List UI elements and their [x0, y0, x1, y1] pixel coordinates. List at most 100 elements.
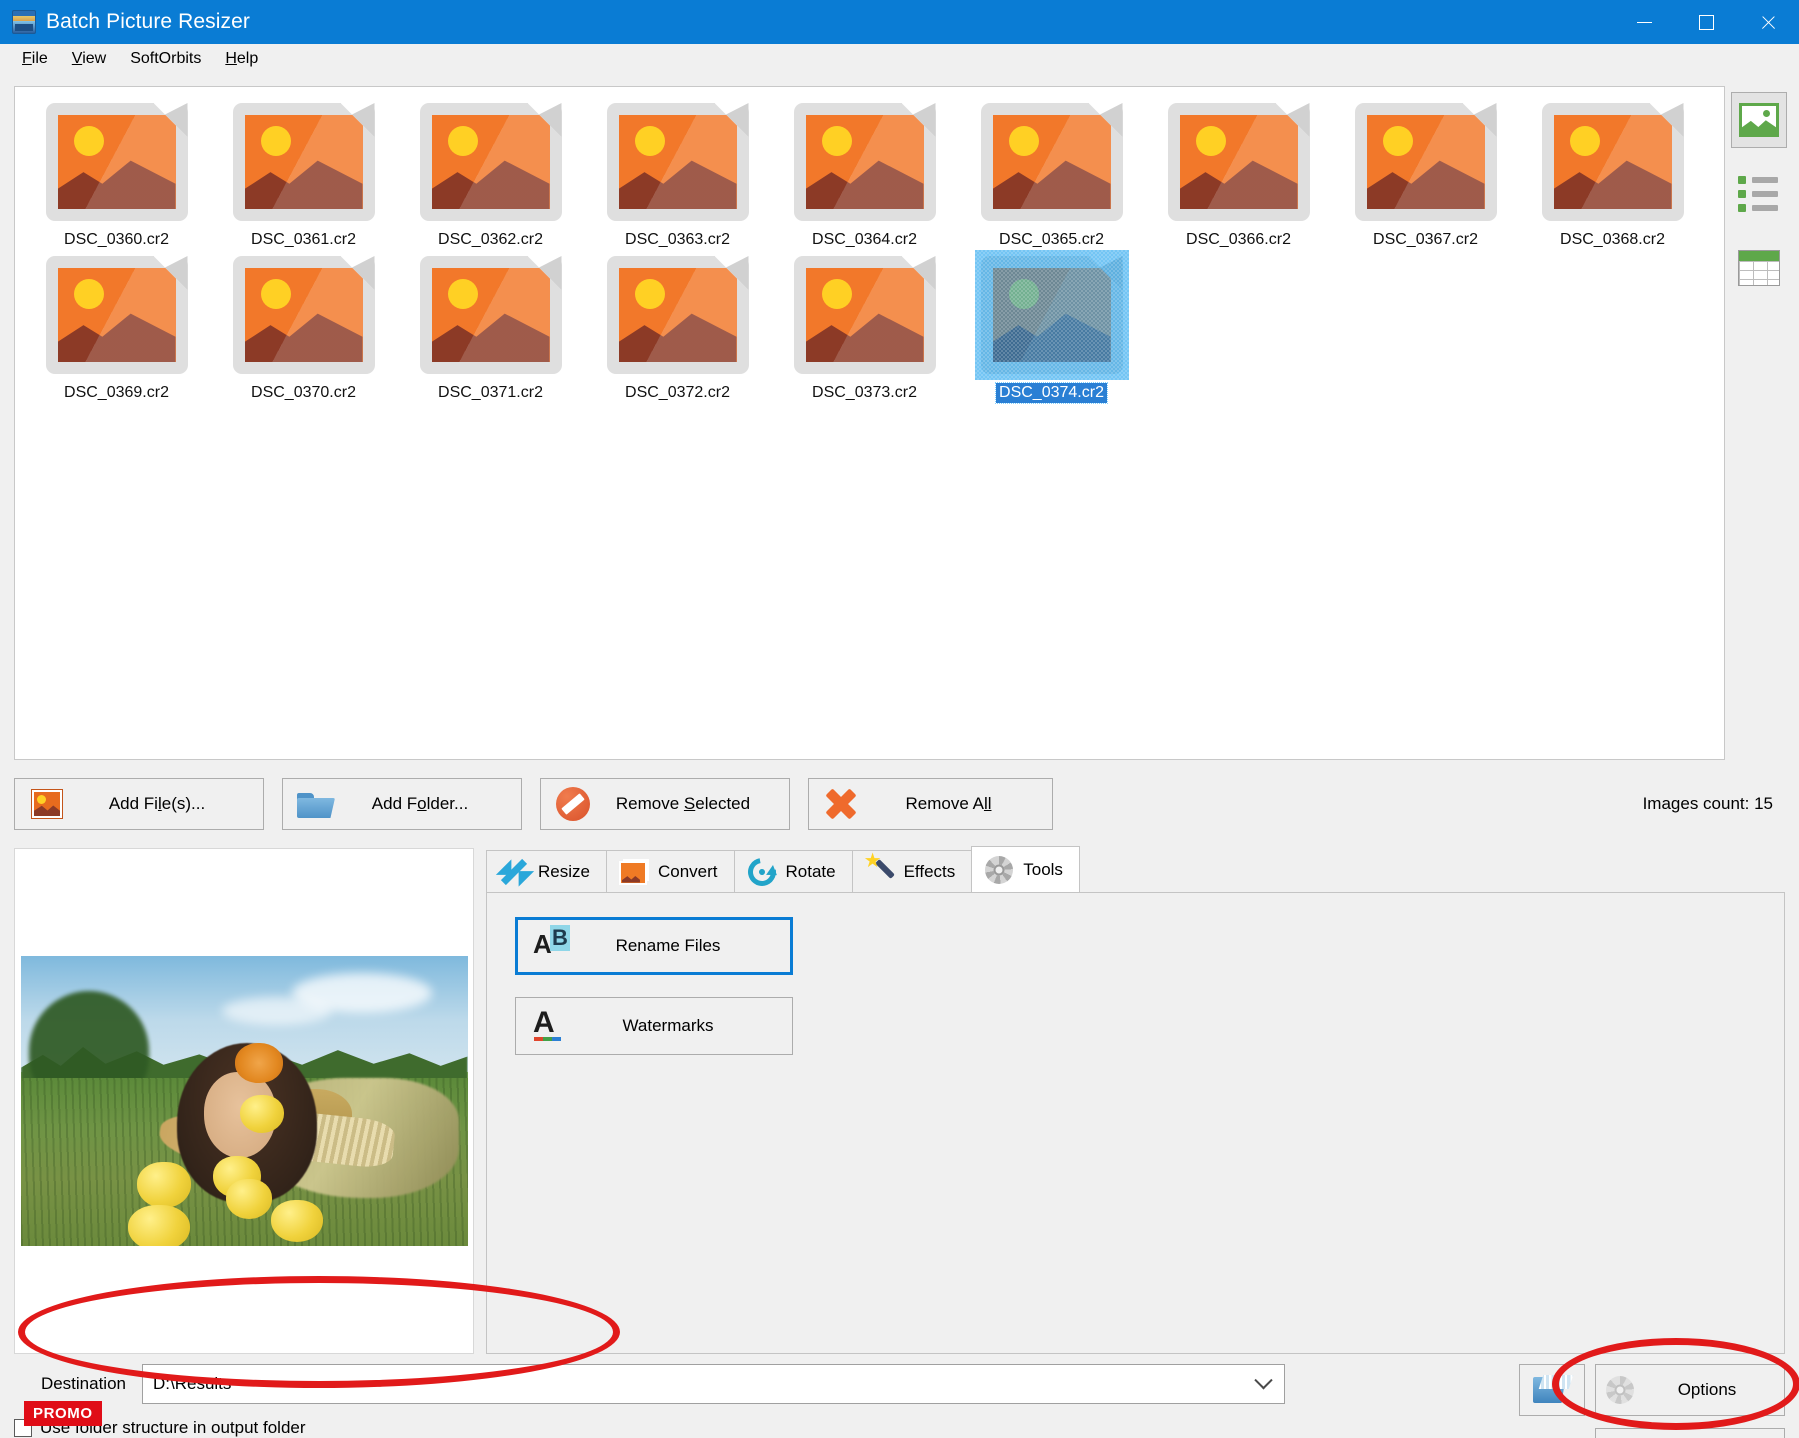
- thumbnail-item[interactable]: DSC_0370.cr2: [210, 250, 397, 403]
- thumbnail-image-icon: [1168, 103, 1310, 221]
- destination-input[interactable]: D:\Results: [153, 1374, 1242, 1394]
- thumbnail-filename-label: DSC_0368.cr2: [1557, 230, 1668, 250]
- thumbnail-item[interactable]: DSC_0374.cr2: [958, 250, 1145, 403]
- thumbnail-item[interactable]: DSC_0373.cr2: [771, 250, 958, 403]
- thumbnail-filename-label: DSC_0360.cr2: [61, 230, 172, 250]
- destination-combobox[interactable]: D:\Results: [142, 1364, 1285, 1404]
- tab-convert-label: Convert: [658, 862, 718, 882]
- menu-softorbits-label: SoftOrbits: [130, 50, 201, 67]
- thumbnail-list-pane[interactable]: DSC_0360.cr2DSC_0361.cr2DSC_0362.cr2DSC_…: [14, 86, 1725, 760]
- add-files-button[interactable]: Add File(s)...: [14, 778, 264, 830]
- close-button[interactable]: [1737, 0, 1799, 44]
- thumbnail-filename-label: DSC_0369.cr2: [61, 383, 172, 403]
- thumbnail-image-icon: [607, 103, 749, 221]
- watermarks-label: Watermarks: [570, 1016, 792, 1036]
- thumbnail-image-icon: [233, 103, 375, 221]
- thumbnail-image-icon: [1542, 103, 1684, 221]
- thumbnail-item[interactable]: DSC_0365.cr2: [958, 97, 1145, 250]
- tab-resize[interactable]: Resize: [486, 850, 607, 892]
- thumbnail-item[interactable]: DSC_0362.cr2: [397, 97, 584, 250]
- rename-files-label: Rename Files: [572, 936, 790, 956]
- gear-icon: [984, 855, 1014, 885]
- menu-item-file[interactable]: File: [10, 46, 60, 72]
- no-entry-icon: [555, 786, 591, 822]
- thumbnail-view-icon: [1739, 103, 1779, 137]
- window-title: Batch Picture Resizer: [46, 10, 250, 34]
- tab-rotate[interactable]: Rotate: [734, 850, 853, 892]
- lower-region: Resize Convert Rotate Effects: [0, 834, 1799, 1354]
- thumbnail-item[interactable]: DSC_0360.cr2: [23, 97, 210, 250]
- rename-ab-icon: [528, 931, 572, 961]
- tab-rotate-label: Rotate: [786, 862, 836, 882]
- thumbnail-image-icon: [420, 256, 562, 374]
- options-label: Options: [1644, 1380, 1784, 1400]
- minimize-button[interactable]: [1613, 0, 1675, 44]
- thumbnail-image-icon: [607, 256, 749, 374]
- thumbnail-image-icon: [46, 256, 188, 374]
- tab-convert[interactable]: Convert: [606, 850, 735, 892]
- thumbnail-image-icon: [981, 103, 1123, 221]
- add-folder-button[interactable]: Add Folder...: [282, 778, 522, 830]
- tab-resize-label: Resize: [538, 862, 590, 882]
- thumbnail-filename-label: DSC_0362.cr2: [435, 230, 546, 250]
- rename-files-button[interactable]: Rename Files: [515, 917, 793, 975]
- remove-all-button[interactable]: Remove All: [808, 778, 1053, 830]
- convert-icon: [619, 857, 649, 887]
- thumbnail-filename-label: DSC_0372.cr2: [622, 383, 733, 403]
- minimize-icon: [1637, 22, 1652, 23]
- tab-effects[interactable]: Effects: [852, 850, 973, 892]
- menu-help-rest: elp: [237, 50, 258, 67]
- options-button[interactable]: Options: [1595, 1364, 1785, 1416]
- thumbnail-item[interactable]: DSC_0372.cr2: [584, 250, 771, 403]
- menu-item-help[interactable]: Help: [213, 46, 270, 72]
- thumbnail-filename-label: DSC_0366.cr2: [1183, 230, 1294, 250]
- watermarks-button[interactable]: Watermarks: [515, 997, 793, 1055]
- menu-item-softorbits[interactable]: SoftOrbits: [118, 46, 213, 72]
- rotate-icon: [747, 857, 777, 887]
- watermark-a-icon: [526, 1011, 570, 1041]
- browse-and-options-row: Options: [1519, 1364, 1785, 1416]
- top-region: DSC_0360.cr2DSC_0361.cr2DSC_0362.cr2DSC_…: [0, 74, 1799, 760]
- thumbnail-image-icon: [233, 256, 375, 374]
- thumbnail-item[interactable]: DSC_0367.cr2: [1332, 97, 1519, 250]
- view-mode-details-button[interactable]: [1731, 240, 1787, 296]
- thumbnail-filename-label: DSC_0374.cr2: [996, 383, 1107, 403]
- thumbnail-filename-label: DSC_0363.cr2: [622, 230, 733, 250]
- thumbnail-image-icon: [794, 103, 936, 221]
- view-mode-thumbnails-button[interactable]: [1731, 92, 1787, 148]
- view-mode-list-button[interactable]: [1731, 166, 1787, 222]
- selection-overlay: [975, 250, 1129, 380]
- thumbnail-filename-label: DSC_0365.cr2: [996, 230, 1107, 250]
- tab-tools[interactable]: Tools: [971, 846, 1080, 892]
- thumbnail-item[interactable]: DSC_0361.cr2: [210, 97, 397, 250]
- thumbnail-item[interactable]: DSC_0368.cr2: [1519, 97, 1706, 250]
- start-button[interactable]: Start: [1595, 1428, 1785, 1438]
- thumbnail-image-icon: [981, 256, 1123, 374]
- close-icon: [1760, 14, 1777, 31]
- details-view-icon: [1738, 250, 1780, 286]
- thumbnail-item[interactable]: DSC_0369.cr2: [23, 250, 210, 403]
- thumbnail-image-icon: [46, 103, 188, 221]
- thumbnail-item[interactable]: DSC_0371.cr2: [397, 250, 584, 403]
- promo-badge[interactable]: PROMO: [24, 1401, 102, 1426]
- thumbnail-item[interactable]: DSC_0366.cr2: [1145, 97, 1332, 250]
- app-logo-icon: [12, 10, 36, 34]
- thumbnail-filename-label: DSC_0370.cr2: [248, 383, 359, 403]
- destination-dropdown-button[interactable]: [1242, 1365, 1284, 1403]
- browse-folder-button[interactable]: [1519, 1364, 1585, 1416]
- menu-item-view[interactable]: View: [60, 46, 118, 72]
- tab-effects-label: Effects: [904, 862, 956, 882]
- thumbnail-item[interactable]: DSC_0363.cr2: [584, 97, 771, 250]
- tab-strip: Resize Convert Rotate Effects: [486, 848, 1785, 892]
- remove-selected-button[interactable]: Remove Selected: [540, 778, 790, 830]
- thumbnail-item[interactable]: DSC_0364.cr2: [771, 97, 958, 250]
- images-count-label: Images count: 15: [1643, 794, 1785, 814]
- chevron-down-icon: [1254, 1371, 1272, 1389]
- maximize-button[interactable]: [1675, 0, 1737, 44]
- add-files-label: Add File(s)...: [65, 794, 249, 814]
- menu-view-rest: iew: [82, 50, 106, 67]
- application-window: Batch Picture Resizer File View SoftOrbi…: [0, 0, 1799, 1438]
- thumbnail-filename-label: DSC_0364.cr2: [809, 230, 920, 250]
- list-view-icon: [1738, 176, 1780, 212]
- thumbnail-grid: DSC_0360.cr2DSC_0361.cr2DSC_0362.cr2DSC_…: [23, 97, 1716, 403]
